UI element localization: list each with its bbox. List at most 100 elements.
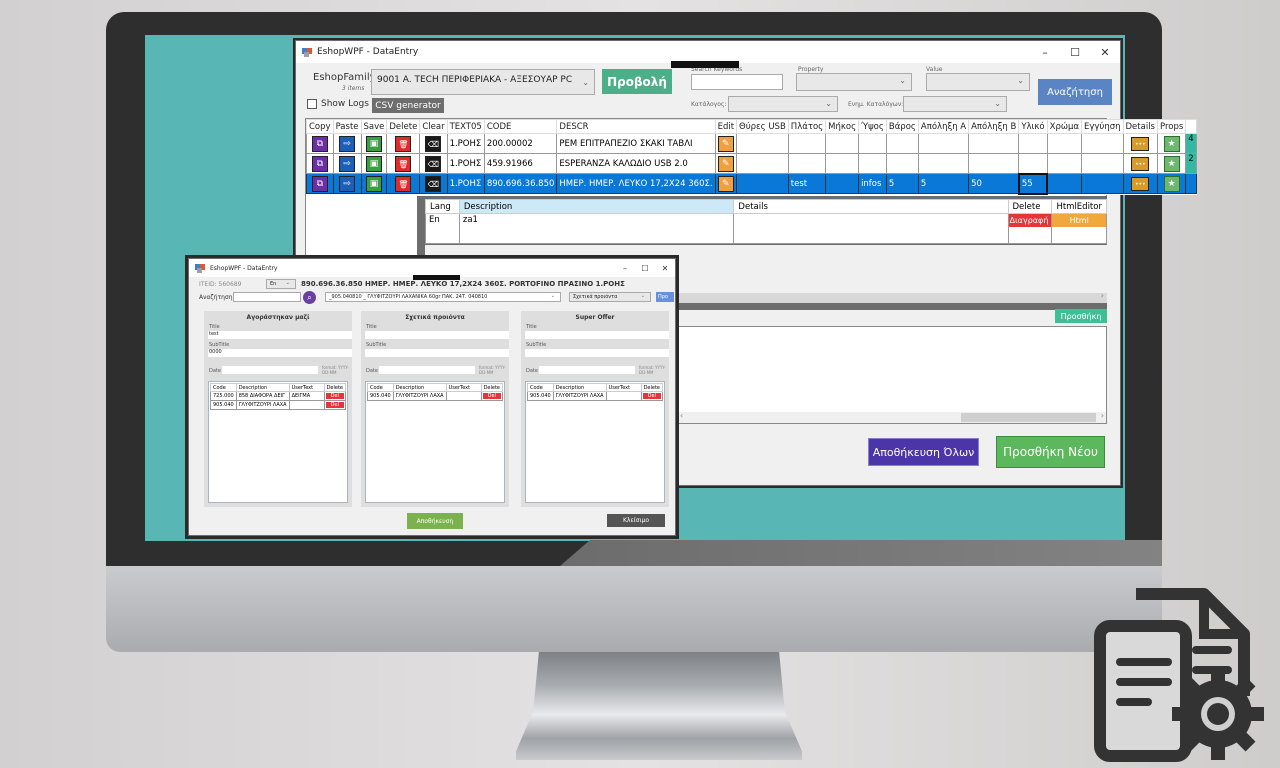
material-cell[interactable] <box>1018 133 1048 154</box>
del-button[interactable]: Del <box>325 402 344 408</box>
column-header[interactable]: Paste <box>332 119 362 134</box>
details-cell[interactable] <box>733 213 1009 244</box>
eraser-icon[interactable] <box>425 135 442 152</box>
column-header[interactable]: TEXT05 <box>446 119 485 134</box>
usb-cell[interactable] <box>736 133 789 154</box>
catalog-update-select[interactable]: ⌄ <box>903 96 1007 112</box>
col-description[interactable]: Description <box>235 383 290 392</box>
child-close-button[interactable]: ✕ <box>655 264 675 273</box>
trash-icon[interactable] <box>395 175 412 192</box>
column-header[interactable]: Χρώμα <box>1046 119 1083 134</box>
subtitle-input[interactable] <box>365 349 509 357</box>
date-input[interactable] <box>379 366 475 374</box>
copy-icon[interactable] <box>311 155 328 172</box>
lang-select[interactable]: En ⌄ <box>266 279 296 289</box>
col-usertext[interactable]: UserText <box>288 383 325 392</box>
usb-cell[interactable] <box>736 153 789 174</box>
length-cell[interactable] <box>825 173 860 194</box>
material-cell[interactable]: 55 <box>1017 172 1049 195</box>
relation-select[interactable]: Σχετικά προιόντα ⌄ <box>569 292 651 302</box>
relation-button[interactable]: Προ <box>656 292 674 302</box>
more-icon[interactable] <box>1131 136 1150 151</box>
color-cell[interactable] <box>1046 133 1083 154</box>
descr-cell[interactable]: ΡΕΜ ΕΠΙΤΡΑΠΕΖΙΟ ΣΚΑΚΙ ΤΑΒΛΙ <box>556 133 716 154</box>
weight-cell[interactable] <box>885 153 919 174</box>
column-header[interactable]: Θύρες USB <box>736 119 789 134</box>
end_b-cell[interactable] <box>968 133 1020 154</box>
descr-cell[interactable]: ΗΜΕΡ. ΗΜΕΡ. ΛΕΥΚΟ 17,2Χ24 360Σ. <box>556 173 716 194</box>
col-delete[interactable]: Delete <box>1007 199 1053 214</box>
end_a-cell[interactable] <box>917 133 970 154</box>
col-details[interactable]: Details <box>733 199 1009 214</box>
product-row[interactable]: 1.ΡΟΗΣ200.00002ΡΕΜ ΕΠΙΤΡΑΠΕΖΙΟ ΣΚΑΚΙ ΤΑΒ… <box>306 133 1197 154</box>
weight-cell[interactable] <box>885 133 919 154</box>
col-description[interactable]: Description <box>392 383 447 392</box>
lang-row[interactable]: En za1 Διαγραφή Html <box>425 213 1107 244</box>
title-input[interactable] <box>525 331 669 339</box>
del-button[interactable]: Del <box>325 393 344 399</box>
search-icon[interactable]: ⌕ <box>303 291 316 304</box>
child-save-button[interactable]: Αποθήκευση <box>407 513 463 529</box>
end_a-cell[interactable]: 5 <box>917 173 970 194</box>
column-header[interactable]: Copy <box>306 119 334 134</box>
column-header[interactable]: Εγγύηση <box>1081 119 1124 134</box>
child-maximize-button[interactable]: ☐ <box>635 264 655 273</box>
col-code[interactable]: Code <box>367 383 394 392</box>
product-row[interactable]: 1.ΡΟΗΣ459.91966ESPERANZA ΚΑΛΩΔΙΟ USB 2.0… <box>306 153 1197 174</box>
usertext-cell[interactable] <box>445 391 482 401</box>
column-header[interactable]: Props <box>1156 119 1187 134</box>
csv-generator-button[interactable]: CSV generator <box>372 98 444 113</box>
code-cell[interactable]: 905.040 <box>210 400 237 410</box>
trash-icon[interactable] <box>395 135 412 152</box>
column-header[interactable]: CODE <box>483 119 558 134</box>
usertext-cell[interactable] <box>288 400 325 410</box>
child-minimize-button[interactable]: – <box>615 264 635 273</box>
pencil-icon[interactable] <box>717 135 734 152</box>
code-cell[interactable]: 905.040 <box>527 391 554 401</box>
warranty-cell[interactable] <box>1081 173 1124 194</box>
paste-icon[interactable] <box>339 135 356 152</box>
add-new-button[interactable]: Προσθήκη Νέου <box>996 436 1105 468</box>
copy-icon[interactable] <box>311 135 328 152</box>
warranty-cell[interactable] <box>1081 133 1124 154</box>
description-cell[interactable]: ΓΛΥΦΙΤΖΟΥΡΙ ΛΑΧΑ <box>392 391 447 401</box>
code-cell[interactable]: 200.00002 <box>483 133 558 154</box>
date-input[interactable] <box>222 366 318 374</box>
title-input[interactable]: test <box>208 331 352 339</box>
relation-row[interactable]: 905.040 ΓΛΥΦΙΤΖΟΥΡΙ ΛΑΧΑ Del <box>527 391 664 401</box>
more-icon[interactable] <box>1131 176 1150 191</box>
warranty-cell[interactable] <box>1081 153 1124 174</box>
column-header[interactable]: Edit <box>714 119 738 134</box>
height-cell[interactable] <box>858 153 887 174</box>
text05-cell[interactable]: 1.ΡΟΗΣ <box>446 133 485 154</box>
end_b-cell[interactable]: 50 <box>968 173 1020 194</box>
width-cell[interactable]: test <box>787 173 827 194</box>
color-cell[interactable] <box>1046 153 1083 174</box>
col-usertext[interactable]: UserText <box>445 383 482 392</box>
subtitle-input[interactable]: 0000 <box>208 349 352 357</box>
end_a-cell[interactable] <box>917 153 970 174</box>
width-cell[interactable] <box>787 133 827 154</box>
star-icon[interactable] <box>1163 155 1180 172</box>
column-header[interactable]: Details <box>1122 119 1158 134</box>
usertext-cell[interactable] <box>605 391 642 401</box>
material-cell[interactable] <box>1018 153 1048 174</box>
height-cell[interactable] <box>858 133 887 154</box>
column-header[interactable]: Πλάτος <box>787 119 827 134</box>
length-cell[interactable] <box>825 133 860 154</box>
product-row[interactable]: 1.ΡΟΗΣ890.696.36.850ΗΜΕΡ. ΗΜΕΡ. ΛΕΥΚΟ 17… <box>306 172 1197 195</box>
col-usertext[interactable]: UserText <box>605 383 642 392</box>
relation-row[interactable]: 725.000 858 ΔΙΑΦΟΡΑ ΔΕΙΓ ΔΕΙΓΜΑ Del <box>210 391 347 401</box>
add-button[interactable]: Προσθήκη <box>1055 309 1107 323</box>
child-search-input[interactable] <box>233 292 301 302</box>
column-header[interactable]: Απόληξη Β <box>968 119 1020 134</box>
column-header[interactable]: Clear <box>419 119 448 134</box>
child-close-action-button[interactable]: Κλείσιμο <box>607 514 665 527</box>
col-delete[interactable]: Delete <box>480 383 504 392</box>
title-input[interactable] <box>365 331 509 339</box>
lower-horizontal-scrollbar[interactable]: ‹ › <box>676 411 1106 423</box>
usb-cell[interactable] <box>736 173 789 194</box>
pencil-icon[interactable] <box>717 155 734 172</box>
del-button[interactable]: Del <box>642 393 661 399</box>
col-html-editor[interactable]: HtmlEditor <box>1051 199 1107 214</box>
